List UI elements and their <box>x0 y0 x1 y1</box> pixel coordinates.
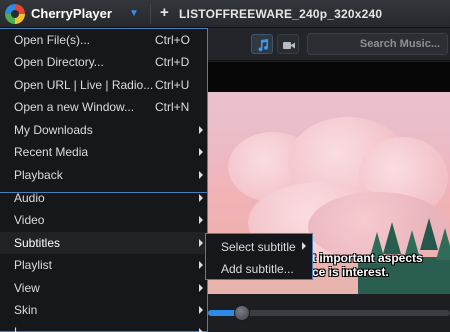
menu-item-skin[interactable]: Skin <box>0 299 207 321</box>
menu-item-label: Playback <box>14 168 63 182</box>
plus-icon[interactable]: + <box>160 4 169 21</box>
menu-item-label: Open Directory... <box>14 55 104 69</box>
submenu-item-select-subtitle[interactable]: Select subtitle <box>206 236 312 257</box>
chevron-down-icon[interactable]: ▼ <box>127 7 141 21</box>
seek-handle[interactable] <box>233 305 250 321</box>
submenu-arrow-icon <box>199 284 203 292</box>
subtitle-line: t important aspects <box>312 251 423 265</box>
submenu-item-add-subtitle[interactable]: Add subtitle... <box>206 258 312 279</box>
menu-item-label: Recent Media <box>14 145 89 159</box>
menu-item-label: L <box>14 325 21 332</box>
menu-item-label: Skin <box>14 303 38 317</box>
menu-item-label: My Downloads <box>14 123 93 137</box>
subtitles-submenu: Select subtitle Add subtitle... <box>205 233 313 280</box>
video-camera-icon <box>283 42 295 49</box>
menu-item-shortcut: Ctrl+U <box>155 78 190 92</box>
title-divider <box>150 4 151 24</box>
menu-item-recent-media[interactable]: Recent Media <box>0 141 207 163</box>
menu-item-my-downloads[interactable]: My Downloads <box>0 119 207 141</box>
video-frame-tree <box>383 222 401 254</box>
menu-item-video[interactable]: Video <box>0 209 207 231</box>
seek-bar[interactable] <box>208 305 450 321</box>
menu-item-subtitles[interactable]: Subtitles <box>0 232 207 254</box>
music-note-icon <box>258 39 269 52</box>
menu-item-label: Open a new Window... <box>14 100 135 114</box>
submenu-arrow-icon <box>199 126 203 134</box>
menu-item-shortcut: Ctrl+D <box>155 55 190 69</box>
submenu-arrow-icon <box>199 306 203 314</box>
submenu-arrow-icon <box>199 148 203 156</box>
submenu-arrow-icon <box>199 239 203 247</box>
submenu-arrow-icon <box>199 194 203 202</box>
menu-item-label: Video <box>14 213 45 227</box>
menu-item-open-url-live-radio[interactable]: Open URL | Live | Radio... Ctrl+U <box>0 74 207 96</box>
cherryplayer-logo-icon[interactable] <box>5 4 25 24</box>
submenu-arrow-icon <box>199 216 203 224</box>
menu-item-shortcut: Ctrl+O <box>155 33 191 47</box>
menu-item-playlist[interactable]: Playlist <box>0 254 207 276</box>
search-placeholder: Search Music... <box>359 38 440 50</box>
menu-item-label: Open File(s)... <box>14 33 91 47</box>
menu-item-label: View <box>14 281 40 295</box>
app-title[interactable]: CherryPlayer <box>31 6 112 21</box>
search-music-input[interactable]: Search Music... <box>307 33 448 55</box>
menu-item-open-file-s[interactable]: Open File(s)... Ctrl+O <box>0 29 207 51</box>
cherryplayer-window: CherryPlayer ▼ + LISTOFFREEWARE_240p_320… <box>0 0 450 332</box>
menu-item-shortcut: Ctrl+N <box>155 100 190 114</box>
submenu-item-label: Add subtitle... <box>221 262 294 276</box>
menu-item-label: Audio <box>14 191 45 205</box>
menu-item-open-directory[interactable]: Open Directory... Ctrl+D <box>0 51 207 73</box>
submenu-arrow-icon <box>199 261 203 269</box>
submenu-arrow-icon <box>199 171 203 179</box>
menu-item-label: Open URL | Live | Radio... <box>14 78 154 92</box>
submenu-item-label: Select subtitle <box>221 240 296 254</box>
subtitle-line: ce is interest. <box>312 265 389 279</box>
title-bar: CherryPlayer ▼ + LISTOFFREEWARE_240p_320… <box>0 0 450 28</box>
menu-item-l[interactable]: L <box>0 321 207 332</box>
video-mode-button[interactable] <box>277 34 299 54</box>
menu-item-view[interactable]: View <box>0 277 207 299</box>
music-mode-button[interactable] <box>251 34 273 54</box>
main-menu: Open File(s)... Ctrl+O Open Directory... Ct… <box>0 28 208 332</box>
video-frame-tree <box>436 228 450 260</box>
submenu-arrow-icon <box>302 242 306 250</box>
letterbox-bar <box>208 62 450 92</box>
menu-item-label: Playlist <box>14 258 53 272</box>
menu-item-label: Subtitles <box>14 236 61 250</box>
menu-item-audio[interactable]: Audio <box>0 187 207 209</box>
menu-item-open-a-new-window[interactable]: Open a new Window... Ctrl+N <box>0 96 207 118</box>
menu-item-playback[interactable]: Playback <box>0 164 207 186</box>
submenu-arrow-icon <box>199 328 203 332</box>
tab-current-file[interactable]: LISTOFFREEWARE_240p_320x240 <box>179 7 382 21</box>
